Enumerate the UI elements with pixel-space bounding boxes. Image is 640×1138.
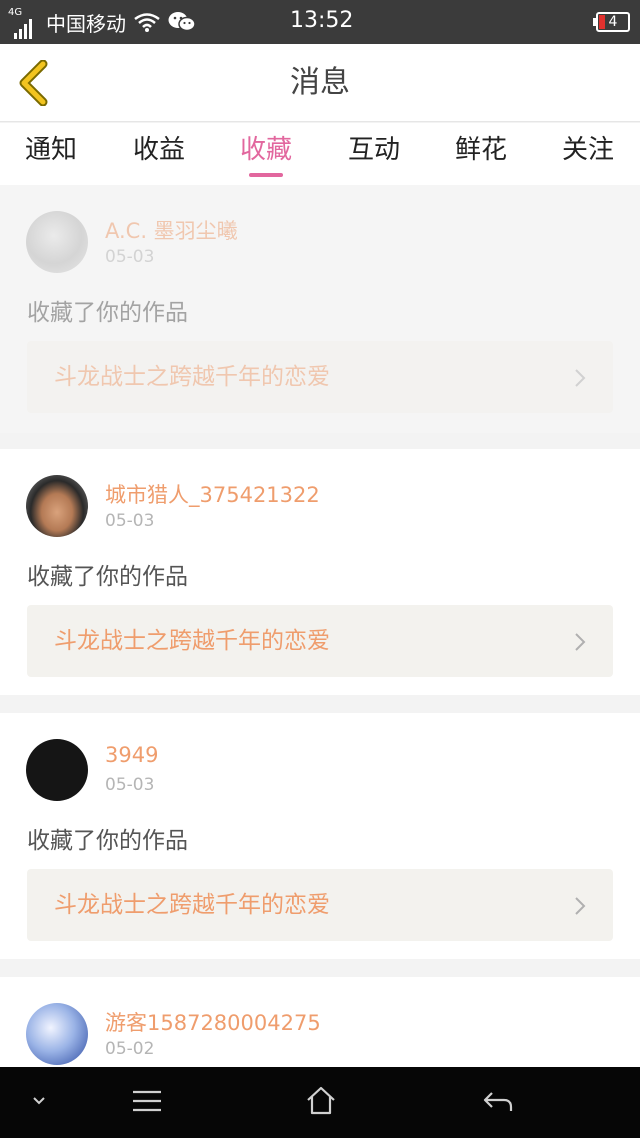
menu-icon[interactable] [131,1089,163,1113]
wechat-icon [168,12,196,32]
tab-label: 关注 [561,135,614,165]
battery-icon: 4 [593,12,630,32]
tab-notifications[interactable]: 通知 [6,123,96,185]
list-item: 3949 05-03 收藏了你的作品 斗龙战士之跨越千年的恋爱 [0,713,640,959]
app-header: 消息 [0,44,640,122]
item-date: 05-03 [105,775,155,795]
tab-label: 收藏 [239,135,292,165]
carrier-name: 中国移动 [46,11,126,36]
list-item: A.C. 墨羽尘曦 05-03 收藏了你的作品 斗龙战士之跨越千年的恋爱 [0,185,640,433]
tab-following[interactable]: 关注 [543,123,633,185]
username[interactable]: 城市猎人_375421322 [105,479,320,509]
tab-earnings[interactable]: 收益 [114,123,204,185]
tab-label: 通知 [24,135,77,165]
screen: 4G 中国移动 13:52 4 消息 通知 收益 收藏 互动 鲜花 关注 A.C… [0,0,640,1138]
tab-interactions[interactable]: 互动 [329,123,419,185]
action-text: 收藏了你的作品 [27,300,188,326]
work-link[interactable]: 斗龙战士之跨越千年的恋爱 [27,605,613,677]
action-text: 收藏了你的作品 [27,564,188,590]
item-date: 05-03 [105,247,155,267]
chevron-right-icon [575,369,586,387]
active-tab-indicator [249,173,283,177]
avatar[interactable] [26,475,88,537]
work-title: 斗龙战士之跨越千年的恋爱 [54,628,330,654]
chevron-right-icon [575,897,586,915]
system-nav-bar [0,1067,640,1138]
username[interactable]: 3949 [105,743,158,767]
action-text: 收藏了你的作品 [27,828,188,854]
signal-group: 4G [8,7,38,39]
item-date: 05-03 [105,511,155,531]
work-link[interactable]: 斗龙战士之跨越千年的恋爱 [27,869,613,941]
tab-bar: 通知 收益 收藏 互动 鲜花 关注 [0,123,640,185]
username[interactable]: 游客1587280004275 [105,1007,321,1037]
tab-flowers[interactable]: 鲜花 [436,123,526,185]
avatar[interactable] [26,739,88,801]
status-bar: 4G 中国移动 13:52 4 [0,0,640,44]
work-link[interactable]: 斗龙战士之跨越千年的恋爱 [27,341,613,413]
tab-label: 互动 [347,135,400,165]
wifi-icon [134,13,160,32]
chevron-right-icon [575,633,586,651]
work-title: 斗龙战士之跨越千年的恋爱 [54,364,330,390]
avatar[interactable] [26,211,88,273]
item-date: 05-02 [105,1039,155,1059]
home-icon[interactable] [305,1085,337,1117]
list-item: 城市猎人_375421322 05-03 收藏了你的作品 斗龙战士之跨越千年的恋… [0,449,640,695]
work-title: 斗龙战士之跨越千年的恋爱 [54,892,330,918]
signal-icon [14,17,32,39]
tab-label: 收益 [132,135,185,165]
chevron-down-icon[interactable] [30,1095,48,1107]
back-icon[interactable] [482,1089,514,1115]
status-time: 13:52 [290,8,354,33]
username[interactable]: A.C. 墨羽尘曦 [105,215,238,245]
tab-label: 鲜花 [454,135,507,165]
tab-favorites[interactable]: 收藏 [221,123,311,185]
avatar[interactable] [26,1003,88,1065]
status-left: 4G 中国移动 [8,6,196,39]
page-title: 消息 [290,65,350,100]
battery-percent: 4 [608,14,618,30]
